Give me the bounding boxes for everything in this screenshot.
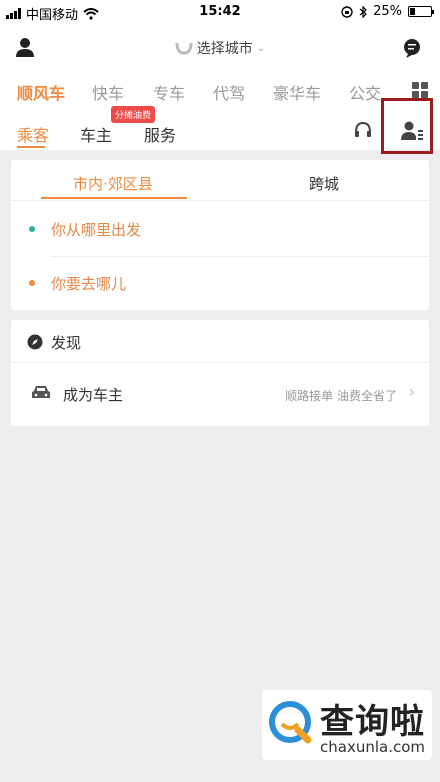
city-selector[interactable]: 选择城市 ⌄ — [0, 38, 440, 58]
from-location-placeholder: 你从哪里出发 — [51, 221, 142, 239]
role-tabs: 乘客 车主 分摊油费 服务 — [0, 106, 440, 150]
become-driver-label: 成为车主 — [63, 386, 124, 404]
service-tabs: 顺风车 快车 专车 代驾 豪华车 公交 — [0, 72, 440, 112]
watermark-logo-icon — [269, 701, 312, 744]
didi-logo-icon — [175, 42, 193, 55]
from-location-field[interactable]: 你从哪里出发 — [11, 204, 429, 254]
grid-menu-icon[interactable] — [412, 82, 428, 98]
divider — [51, 256, 429, 257]
ride-tab-underline — [41, 197, 187, 199]
ride-card: 市内·郊区县 跨城 你从哪里出发 你要去哪儿 — [11, 160, 429, 310]
battery-icon — [408, 6, 434, 17]
to-location-placeholder: 你要去哪儿 — [51, 275, 127, 293]
status-right: 25% — [341, 4, 434, 19]
promo-badge: 分摊油费 — [111, 106, 156, 123]
tab-daijia[interactable]: 代驾 — [213, 80, 245, 104]
tab-passenger[interactable]: 乘客 — [17, 122, 49, 146]
to-location-field[interactable]: 你要去哪儿 — [11, 258, 429, 308]
message-icon[interactable] — [402, 38, 422, 58]
watermark-brand: 查询啦 — [320, 702, 425, 742]
battery-percent: 25% — [373, 4, 402, 19]
headset-icon[interactable] — [353, 120, 373, 140]
rotation-lock-icon — [341, 5, 353, 18]
become-driver-subtitle: 顺路接单 油费全省了 — [285, 389, 397, 403]
tab-intercity[interactable]: 跨城 — [309, 173, 339, 194]
tab-driver[interactable]: 车主 — [80, 122, 112, 146]
header: 选择城市 ⌄ — [0, 24, 440, 72]
tab-zhuanche[interactable]: 专车 — [153, 80, 185, 104]
car-icon — [32, 386, 50, 398]
city-selector-label: 选择城市 — [196, 41, 253, 57]
status-bar: 中国移动 15:42 25% — [0, 0, 440, 24]
highlight-box — [381, 98, 433, 154]
chevron-down-icon: ⌄ — [256, 42, 266, 54]
from-dot-icon — [29, 226, 35, 232]
tab-gongjiao[interactable]: 公交 — [349, 80, 381, 104]
tab-service[interactable]: 服务 — [144, 122, 176, 146]
bluetooth-icon — [359, 5, 367, 18]
tab-kuaiche[interactable]: 快车 — [92, 80, 124, 104]
discover-title: 发现 — [51, 334, 82, 352]
chevron-right-icon: › — [408, 382, 415, 401]
tab-intracity[interactable]: 市内·郊区县 — [73, 173, 153, 194]
to-dot-icon — [29, 280, 35, 286]
divider — [11, 200, 429, 201]
watermark-url: chaxunla.com — [320, 738, 425, 756]
discover-card: 发现 成为车主 顺路接单 油费全省了 › — [11, 320, 429, 426]
tab-shunfengche[interactable]: 顺风车 — [17, 80, 65, 104]
become-driver-row[interactable]: 成为车主 顺路接单 油费全省了 › — [11, 363, 429, 426]
watermark: 查询啦 chaxunla.com — [262, 690, 432, 760]
compass-icon — [27, 334, 43, 350]
active-tab-underline — [17, 146, 45, 148]
tab-haohuache[interactable]: 豪华车 — [273, 80, 321, 104]
